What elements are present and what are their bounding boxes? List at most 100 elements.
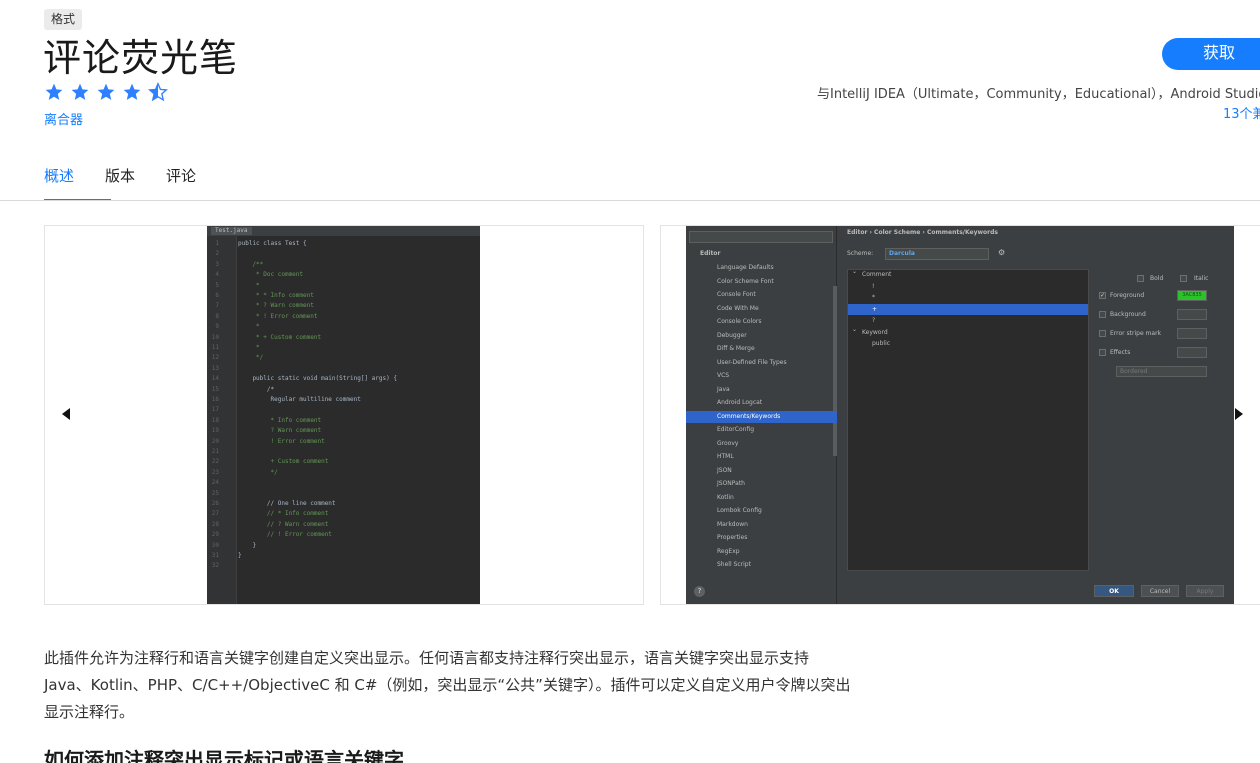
- line-number: 4: [215, 271, 219, 279]
- code-line: * ! Error comment: [238, 312, 318, 320]
- error-stripe-label: Error stripe mark: [1110, 330, 1162, 337]
- line-number: 15: [211, 385, 219, 393]
- get-button[interactable]: 获取: [1162, 38, 1260, 70]
- settings-nav-item: Debugger: [717, 331, 747, 339]
- settings-tree: Comment ⌄! * +? Keyword ⌄ public: [847, 268, 1089, 571]
- settings-scrollbar: [833, 286, 837, 456]
- vendor-link[interactable]: 离合器: [44, 109, 83, 128]
- settings-nav-item: Properties: [717, 534, 748, 541]
- tab-overview[interactable]: 概述: [44, 167, 111, 201]
- settings-nav-item: EditorConfig: [717, 426, 755, 433]
- settings-nav-item: RegExp: [717, 547, 740, 555]
- code-line: * + Custom comment: [238, 333, 322, 341]
- line-number: 19: [211, 427, 219, 435]
- line-number: 13: [211, 364, 219, 372]
- line-number: 22: [211, 458, 219, 466]
- apply-button: Apply: [1186, 585, 1224, 597]
- code-line: */: [238, 354, 264, 362]
- star-icon: [71, 83, 89, 100]
- plugin-title: 评论荧光笔: [43, 36, 239, 80]
- tree-node: public: [872, 340, 891, 347]
- carousel-prev-arrow-icon[interactable]: [62, 408, 70, 420]
- editor-tab-bar: Test.java: [207, 226, 480, 236]
- scheme-label: Scheme:: [847, 250, 874, 257]
- code-line: }: [238, 552, 242, 559]
- line-number: 9: [215, 323, 219, 331]
- foreground-color-swatch: 3AC835: [1177, 290, 1207, 301]
- background-color-box: [1177, 309, 1207, 320]
- error-stripe-color-box: [1177, 328, 1207, 339]
- tree-node: +: [872, 305, 878, 313]
- settings-nav-item: JSONPath: [717, 480, 745, 487]
- line-number: 2: [215, 250, 219, 258]
- italic-checkbox: [1180, 275, 1187, 282]
- code-line: ? Warn comment: [238, 427, 322, 435]
- code-line: + Custom comment: [238, 458, 329, 466]
- italic-label: Italic: [1194, 275, 1209, 282]
- line-number: 12: [211, 354, 219, 362]
- editor-file-tab: Test.java: [211, 227, 252, 235]
- settings-nav-item: Kotlin: [717, 493, 734, 501]
- line-number: 5: [215, 281, 219, 289]
- tree-node: *: [872, 294, 875, 301]
- settings-nav-item: Language Defaults: [717, 264, 774, 271]
- line-number: 26: [211, 500, 219, 507]
- foreground-checkbox: ✓: [1099, 292, 1106, 299]
- rating-stars: [44, 82, 168, 102]
- settings-breadcrumb: Editor › Color Scheme › Comments/Keyword…: [847, 229, 999, 236]
- code-line: * ? Warn comment: [238, 302, 314, 310]
- code-line: public class Test {: [238, 240, 307, 247]
- line-number: 31: [211, 552, 219, 559]
- foreground-label: Foreground: [1110, 292, 1145, 299]
- settings-nav-item: HTML: [717, 453, 734, 460]
- line-number: 17: [211, 406, 219, 414]
- settings-nav-item: VCS: [717, 372, 730, 379]
- code-line: * * Info comment: [238, 292, 314, 299]
- code-line: ! Error comment: [238, 437, 325, 445]
- line-number: 7: [215, 302, 219, 310]
- settings-nav-item: User-Defined File Types: [717, 358, 787, 366]
- tab-reviews[interactable]: 评论: [166, 167, 196, 201]
- tab-versions[interactable]: 版本: [105, 167, 135, 201]
- code-line: /*: [238, 385, 275, 393]
- code-line: *: [238, 344, 260, 351]
- section-heading: 如何添加注释突出显示标记或语言关键字: [44, 748, 404, 763]
- gear-icon: ⚙: [998, 248, 1006, 257]
- settings-nav-item: Groovy: [717, 439, 739, 447]
- carousel-next-arrow-icon[interactable]: [1235, 408, 1243, 420]
- tree-node: !: [872, 282, 875, 290]
- category-badge[interactable]: 格式: [44, 9, 83, 30]
- settings-nav-item: Android Logcat: [717, 399, 763, 406]
- code-line: /**: [238, 260, 264, 268]
- ok-button: OK: [1094, 585, 1134, 597]
- effects-checkbox: [1099, 349, 1106, 356]
- tree-node: Comment: [862, 271, 892, 278]
- editor-screenshot: Test.java 1 public class Test {2 3 /** 4 * …: [207, 226, 480, 604]
- settings-search-field: [689, 231, 833, 243]
- bold-label: Bold: [1150, 275, 1164, 282]
- background-checkbox: [1099, 311, 1106, 318]
- star-icon: [97, 83, 115, 100]
- settings-nav-item: Console Colors: [717, 318, 762, 325]
- line-number: 32: [211, 562, 219, 570]
- compatibility-more-link[interactable]: 13个兼: [1223, 103, 1260, 122]
- line-number: 6: [215, 292, 219, 299]
- tab-bar: 概述 版本 评论: [44, 167, 227, 201]
- line-number: 8: [215, 312, 219, 320]
- line-number: 21: [211, 448, 219, 455]
- line-number: 28: [211, 520, 219, 528]
- plugin-description: 此插件允许为注释行和语言关键字创建自定义突出显示。任何语言都支持注释行突出显示，…: [44, 649, 851, 721]
- line-number: 11: [211, 344, 219, 351]
- half-star-icon: [148, 82, 168, 102]
- line-number: 24: [211, 479, 219, 487]
- code-line: */: [238, 468, 278, 476]
- line-number: 18: [211, 416, 219, 424]
- code-line: * Info comment: [238, 416, 322, 424]
- line-number: 30: [211, 541, 219, 549]
- code-line: public static void main(String[] args) {: [238, 375, 397, 383]
- settings-nav-item: JSON: [717, 466, 732, 474]
- code-line: *: [238, 323, 260, 331]
- line-number: 3: [215, 260, 219, 268]
- line-number: 20: [211, 437, 219, 445]
- chevron-down-icon: ⌄: [852, 268, 858, 275]
